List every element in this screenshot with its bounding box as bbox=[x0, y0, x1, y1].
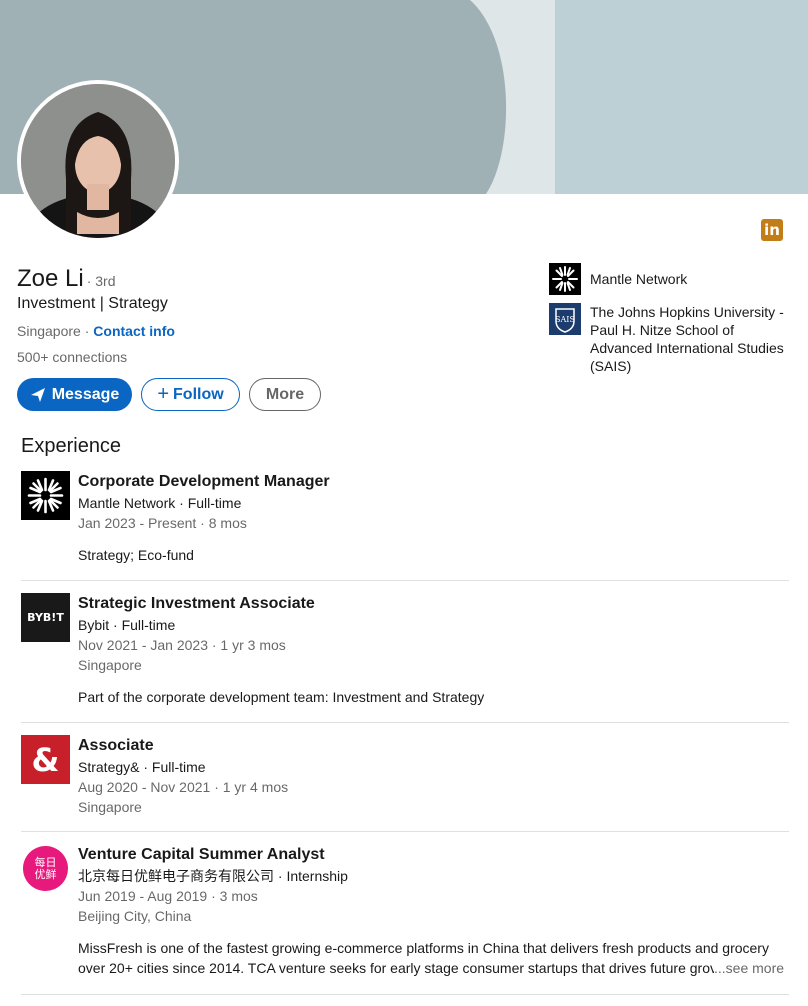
name-row: Zoe Li · 3rd bbox=[17, 265, 116, 293]
job-title[interactable]: Venture Capital Summer Analyst bbox=[78, 844, 789, 866]
divider bbox=[21, 831, 789, 832]
job-company: 北京每日优鲜电子商务有限公司 · Internship bbox=[78, 868, 348, 884]
more-button[interactable]: More bbox=[249, 378, 321, 411]
current-company-link[interactable]: Mantle Network bbox=[549, 263, 789, 295]
svg-text:SAIS: SAIS bbox=[555, 315, 575, 324]
job-company: Mantle Network · Full-time bbox=[78, 495, 242, 511]
divider bbox=[21, 994, 789, 995]
company-logo[interactable]: BYB!T bbox=[21, 593, 70, 642]
missfresh-logo-line-1: 每日 bbox=[34, 855, 57, 869]
bybit-logo-icon: BYB!T bbox=[27, 611, 64, 624]
job-dates: Jun 2019 - Aug 2019 · 3 mos bbox=[78, 888, 258, 904]
job-description-line-2: over 20+ cities since 2014. TCA venture … bbox=[78, 960, 714, 976]
linkedin-icon: in bbox=[761, 219, 783, 241]
job-description-line-2-row: over 20+ cities since 2014. TCA venture … bbox=[78, 958, 789, 978]
education-name: The Johns Hopkins University - Paul H. N… bbox=[590, 304, 784, 374]
top-card-links: Mantle Network SAIS The Johns Hopkins Un… bbox=[549, 263, 789, 383]
connections-count: 500+ connections bbox=[17, 349, 128, 365]
education-link[interactable]: SAIS The Johns Hopkins University - Paul… bbox=[549, 303, 789, 375]
job-location: Beijing City, China bbox=[78, 908, 192, 924]
current-company-name: Mantle Network bbox=[590, 271, 688, 287]
location-row: Singapore · Contact info bbox=[17, 323, 175, 339]
job-location: Singapore bbox=[78, 657, 142, 673]
experience-item: & Associate Strategy& · Full-time Aug 20… bbox=[21, 735, 789, 825]
job-description: Strategy; Eco-fund bbox=[78, 547, 194, 563]
experience-item: BYB!T Strategic Investment Associate Byb… bbox=[21, 593, 789, 713]
profile-location: Singapore · bbox=[17, 323, 94, 339]
strategy-and-logo-icon: & bbox=[31, 740, 60, 779]
message-button[interactable]: Message bbox=[17, 378, 132, 411]
send-icon bbox=[30, 387, 45, 402]
plus-icon: + bbox=[157, 383, 170, 405]
job-title[interactable]: Strategic Investment Associate bbox=[78, 593, 789, 615]
job-location: Singapore bbox=[78, 799, 142, 815]
job-description: Part of the corporate development team: … bbox=[78, 689, 485, 705]
divider bbox=[21, 580, 789, 581]
missfresh-logo-line-2: 优鲜 bbox=[34, 867, 57, 881]
sais-logo-icon: SAIS bbox=[549, 303, 581, 335]
job-description-line-1: MissFresh is one of the fastest growing … bbox=[78, 940, 769, 956]
see-more-link[interactable]: ...see more bbox=[714, 958, 784, 978]
contact-info-link[interactable]: Contact info bbox=[93, 323, 175, 339]
job-dates: Jan 2023 - Present · 8 mos bbox=[78, 515, 247, 531]
job-dates: Aug 2020 - Nov 2021 · 1 yr 4 mos bbox=[78, 779, 289, 795]
company-logo[interactable]: & bbox=[21, 735, 70, 784]
experience-item: Corporate Development Manager Mantle Net… bbox=[21, 471, 789, 571]
mantle-logo-icon bbox=[549, 263, 581, 295]
experience-heading: Experience bbox=[21, 435, 122, 457]
follow-button[interactable]: + Follow bbox=[141, 378, 240, 411]
company-logo[interactable] bbox=[21, 471, 70, 520]
connection-degree: · 3rd bbox=[86, 273, 116, 289]
profile-headline: Investment | Strategy bbox=[17, 295, 168, 312]
divider bbox=[21, 722, 789, 723]
missfresh-logo-icon: 每日 优鲜 bbox=[23, 846, 68, 891]
profile-avatar[interactable] bbox=[17, 80, 179, 242]
profile-name: Zoe Li bbox=[17, 265, 84, 292]
more-button-label: More bbox=[265, 385, 305, 403]
message-button-label: Message bbox=[51, 385, 120, 403]
job-title[interactable]: Associate bbox=[78, 735, 789, 757]
job-dates: Nov 2021 - Jan 2023 · 1 yr 3 mos bbox=[78, 637, 286, 653]
job-title[interactable]: Corporate Development Manager bbox=[78, 471, 789, 493]
experience-item: 每日 优鲜 Venture Capital Summer Analyst 北京每… bbox=[21, 844, 789, 994]
job-company: Bybit · Full-time bbox=[78, 617, 176, 633]
follow-button-label: Follow bbox=[173, 385, 224, 403]
profile-actions: Message + Follow More bbox=[17, 378, 321, 411]
mantle-logo-icon bbox=[21, 471, 70, 520]
company-logo[interactable]: 每日 优鲜 bbox=[21, 844, 70, 893]
job-company: Strategy& · Full-time bbox=[78, 759, 206, 775]
